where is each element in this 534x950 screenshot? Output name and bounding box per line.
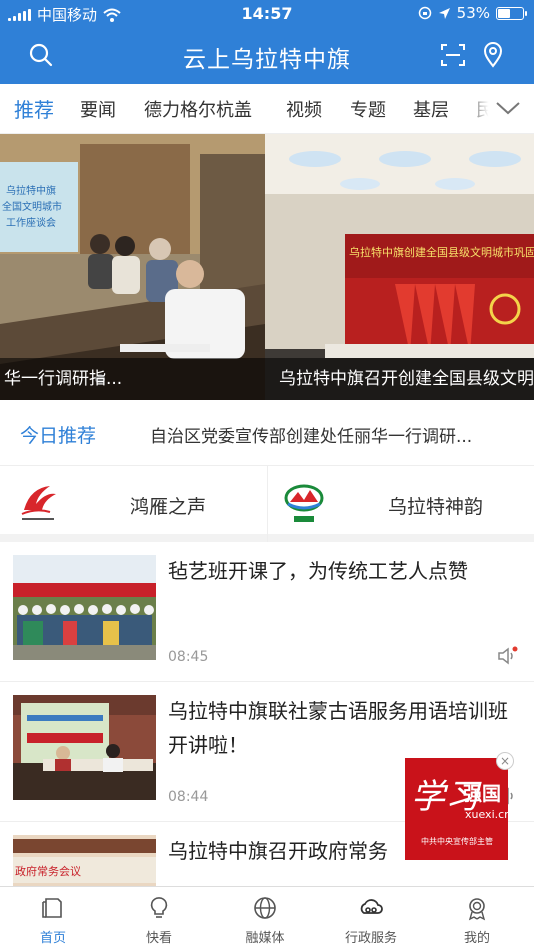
nav-label: 首页	[39, 931, 66, 946]
news-title: 毡艺班开课了，为传统工艺人点赞	[168, 559, 468, 583]
banner-slide[interactable]: 乌拉特中旗创建全国县级文明城市巩固 乌拉特中旗召开创建全国县级文明城市巩固提升	[265, 134, 534, 400]
xuexi-brand: 强国	[463, 783, 501, 805]
xuexi-org: 中共中央宣传部主管	[421, 836, 493, 846]
xuexi-domain: xuexi.cn	[465, 808, 508, 821]
news-thumbnail: 政府常务会议	[13, 835, 156, 886]
tab-special[interactable]: 专题	[350, 96, 386, 122]
tab-recommend[interactable]: 推荐	[14, 94, 54, 123]
news-time: 08:45	[168, 649, 209, 665]
nav-media[interactable]: 融媒体	[212, 887, 318, 950]
location-pin-icon[interactable]	[480, 42, 506, 68]
hall-banner-text: 乌拉特中旗创建全国县级文明城市巩固	[349, 245, 534, 259]
news-thumbnail	[13, 695, 156, 800]
xuexi-qiangguo-badge[interactable]: 学习 强国 xuexi.cn 中共中央宣传部主管 ×	[405, 752, 514, 860]
top-bar: 中国移动 14:57 53% 云上乌拉特中旗	[0, 0, 534, 84]
today-recommend-headline[interactable]: 自治区党委宣传部创建处任丽华一行调研...	[150, 422, 520, 447]
tab-grassroots[interactable]: 基层	[413, 96, 449, 122]
nav-services[interactable]: 行政服务	[318, 887, 424, 950]
nav-home[interactable]: 首页	[0, 887, 106, 950]
scan-icon[interactable]	[440, 42, 466, 68]
app-header: 云上乌拉特中旗	[0, 28, 534, 84]
news-time: 08:44	[168, 789, 209, 805]
chevron-down-icon[interactable]	[494, 96, 522, 120]
nav-label: 融媒体	[245, 931, 285, 946]
award-icon	[468, 898, 486, 921]
banner-slide[interactable]: 乌拉特中旗 全国文明城市 工作座谈会 华一行调研指...	[0, 134, 265, 400]
location-arrow-icon	[438, 7, 450, 19]
channel-hongyan[interactable]: 鸿雁之声	[0, 466, 267, 542]
xuexi-logo: 学习 强国 xuexi.cn 中共中央宣传部主管	[411, 777, 511, 846]
orientation-lock-icon	[418, 6, 431, 20]
featured-channels: 鸿雁之声 乌拉特神韵	[0, 466, 534, 542]
news-item[interactable]: 毡艺班开课了，为传统工艺人点赞 08:45	[0, 542, 534, 682]
nav-profile[interactable]: 我的	[424, 887, 530, 950]
battery-icon	[496, 6, 527, 20]
speaker-icon[interactable]	[496, 645, 518, 667]
news-thumbnail	[13, 555, 156, 660]
cloud-link-icon	[360, 899, 383, 914]
nav-label: 我的	[463, 931, 490, 946]
banner-caption: 乌拉特中旗召开创建全国县级文明城市巩固提升	[265, 358, 534, 400]
today-recommend-bar[interactable]: 今日推荐 自治区党委宣传部创建处任丽华一行调研...	[0, 400, 534, 466]
news-title: 乌拉特中旗联社蒙古语服务用语培训班开讲啦！	[168, 699, 508, 757]
channel-tabs: 推荐 要闻 德力格尔杭盖 视频 专题 基层 民	[0, 84, 534, 134]
close-icon[interactable]: ×	[496, 752, 514, 770]
tab-headlines[interactable]: 要闻	[80, 96, 116, 122]
battery-percent: 53%	[456, 4, 490, 22]
tab-delgerhanggai[interactable]: 德力格尔杭盖	[144, 96, 252, 122]
swan-logo-icon	[21, 486, 56, 520]
screen-text-line3: 工作座谈会	[6, 216, 56, 229]
globe-icon	[254, 897, 276, 919]
banner-caption: 华一行调研指...	[0, 358, 265, 400]
home-icon	[42, 898, 62, 918]
lightbulb-icon	[150, 897, 168, 918]
status-bar: 中国移动 14:57 53%	[0, 0, 534, 28]
tab-video[interactable]: 视频	[286, 96, 322, 122]
screen-text-line1: 乌拉特中旗	[6, 184, 56, 197]
nav-label: 快看	[145, 931, 172, 946]
channel-name: 乌拉特神韵	[388, 496, 484, 518]
channel-urad[interactable]: 乌拉特神韵	[267, 466, 534, 542]
urad-logo-icon	[284, 484, 324, 522]
screen-text-line2: 全国文明城市	[2, 200, 62, 213]
nav-label: 行政服务	[344, 931, 397, 946]
nav-quicklook[interactable]: 快看	[106, 887, 212, 950]
banner-carousel[interactable]: 乌拉特中旗 全国文明城市 工作座谈会 华一行调研指... 乌拉特中旗创建全国县级…	[0, 134, 534, 400]
bottom-navigation: 首页 快看 融媒体 行政服务 我的	[0, 886, 534, 950]
today-recommend-label: 今日推荐	[20, 425, 97, 447]
thumb-caption: 政府常务会议	[15, 864, 81, 878]
channel-name: 鸿雁之声	[130, 496, 207, 518]
